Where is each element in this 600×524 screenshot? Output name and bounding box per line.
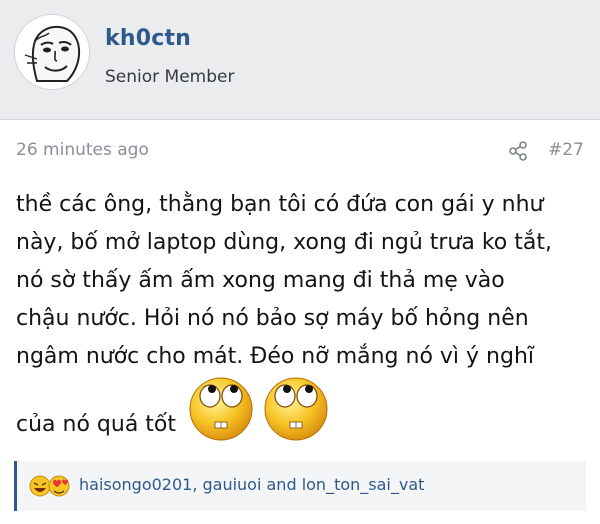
reaction-icons[interactable] [29, 474, 73, 498]
reactions-bar: haisongo0201, gauiuoi and lon_ton_sai_va… [14, 461, 586, 511]
user-title: Senior Member [105, 67, 235, 87]
forum-post: kh0ctn Senior Member 26 minutes ago #27 … [0, 0, 600, 524]
avatar-face-icon [15, 15, 89, 89]
post-body-line: của nó quá tốt [16, 412, 177, 437]
post-body: thề các ông, thằng bạn tôi có đứa con gá… [16, 186, 586, 376]
eye-roll-emoji-icon [264, 377, 328, 441]
user-avatar[interactable] [14, 14, 90, 90]
post-body-last-line: của nó quá tốt [16, 372, 586, 442]
reaction-users-link[interactable]: haisongo0201, gauiuoi and lon_ton_sai_va… [79, 475, 424, 494]
post-body-line: nó sờ thấy ấm ấm xong mang đi thả mẹ vào [16, 268, 505, 293]
love-reaction-icon [48, 475, 70, 497]
share-icon[interactable] [507, 140, 529, 162]
username-link[interactable]: kh0ctn [105, 26, 191, 51]
laugh-reaction-icon [29, 475, 51, 497]
post-user-header: kh0ctn Senior Member [0, 0, 600, 120]
post-body-line: thề các ông, thằng bạn tôi có đứa con gá… [16, 192, 544, 217]
post-body-line: chậu nước. Hỏi nó nó bảo sợ máy bố hỏng … [16, 306, 529, 331]
post-meta-row: 26 minutes ago #27 [0, 120, 600, 180]
post-number-link[interactable]: #27 [548, 140, 584, 160]
eye-roll-emoji-icon [189, 377, 253, 441]
post-body-line: ngâm nước cho mát. Đéo nỡ mắng nó vì ý n… [16, 344, 535, 369]
post-timestamp[interactable]: 26 minutes ago [16, 140, 149, 160]
post-body-line: này, bố mở laptop dùng, xong đi ngủ trưa… [16, 230, 552, 255]
